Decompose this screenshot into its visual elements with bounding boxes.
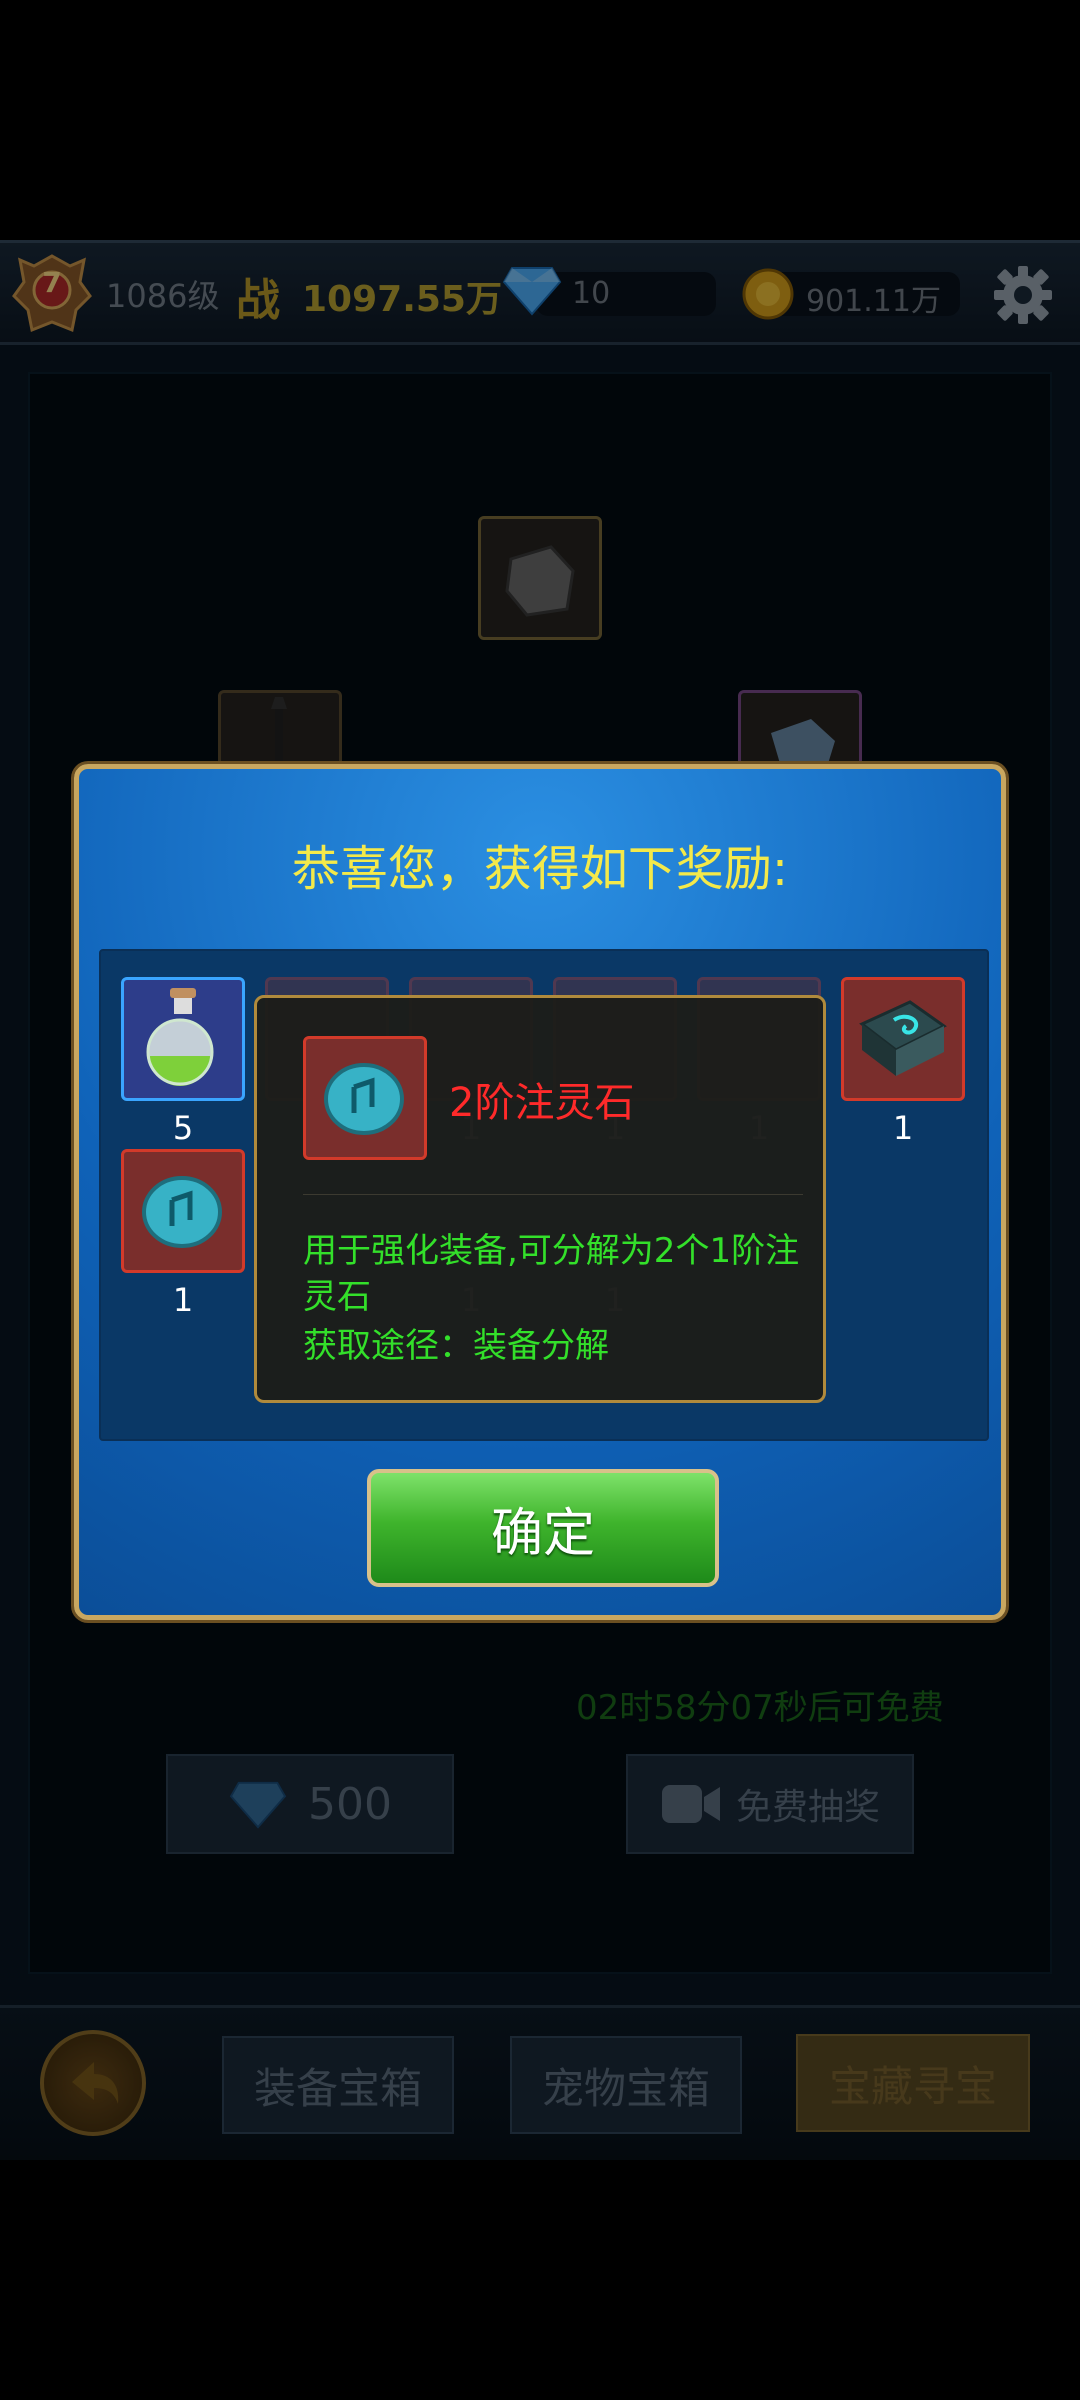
tooltip-source: 获取途径：装备分解 — [303, 1326, 609, 1366]
confirm-button[interactable]: 确定 — [367, 1469, 719, 1587]
reward-item-spirit-stone[interactable] — [121, 1149, 245, 1273]
item-tooltip: 2阶注灵石 用于强化装备,可分解为2个1阶注灵石 获取途径：装备分解 — [254, 995, 826, 1403]
tooltip-description: 用于强化装备,可分解为2个1阶注灵石 — [303, 1231, 800, 1317]
reward-qty: 5 — [172, 1109, 194, 1147]
reward-qty: 1 — [172, 1281, 194, 1319]
tooltip-divider — [303, 1194, 803, 1195]
tooltip-item-name: 2阶注灵石 — [449, 1080, 635, 1126]
spellbook-icon — [859, 1000, 947, 1076]
potion-icon — [146, 988, 214, 1086]
spirit-stone-icon — [142, 1176, 222, 1248]
spirit-stone-icon — [324, 1063, 404, 1135]
reward-item-green-potion[interactable] — [121, 977, 245, 1101]
reward-item-spellbook[interactable] — [841, 977, 965, 1101]
dialog-title: 恭喜您，获得如下奖励: — [291, 841, 789, 897]
tooltip-item-icon-frame — [303, 1036, 427, 1160]
reward-qty: 1 — [892, 1109, 914, 1147]
